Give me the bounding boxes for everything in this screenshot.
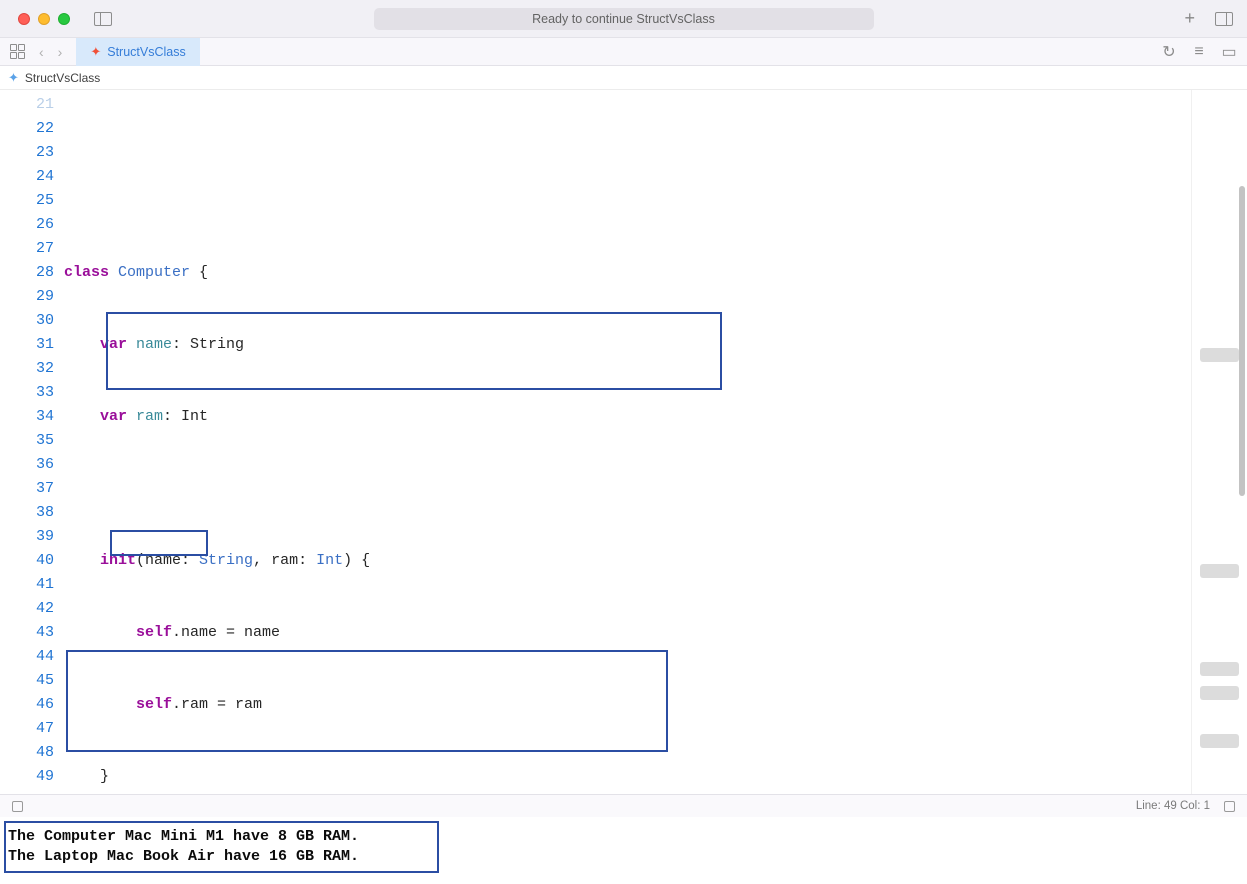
refresh-icon[interactable]: ↻ [1161, 42, 1177, 62]
minimap-scrollbar[interactable] [1239, 186, 1245, 496]
tab-label: StructVsClass [107, 45, 186, 59]
minimap[interactable] [1191, 90, 1247, 794]
back-button[interactable]: ‹ [39, 44, 44, 60]
editor: 2122232425262728293031323334353637383940… [0, 90, 1247, 794]
minimap-run-marker[interactable] [1200, 686, 1239, 700]
annotation-box-override [110, 530, 208, 556]
annotation-box-usage [66, 650, 668, 752]
minimap-run-marker[interactable] [1200, 662, 1239, 676]
minimize-window-button[interactable] [38, 13, 50, 25]
minimap-run-marker[interactable] [1200, 564, 1239, 578]
console-line: The Computer Mac Mini M1 have 8 GB RAM. [8, 828, 359, 845]
line-gutter[interactable]: 2122232425262728293031323334353637383940… [0, 90, 64, 794]
console-line: The Laptop Mac Book Air have 16 GB RAM. [8, 848, 359, 865]
adjust-editor-icon[interactable]: ≡ [1191, 43, 1207, 61]
add-editor-icon[interactable]: ▭ [1221, 42, 1237, 62]
swift-file-icon: ✦ [90, 44, 101, 60]
minimap-run-marker[interactable] [1200, 734, 1239, 748]
add-icon[interactable]: + [1184, 8, 1195, 29]
console-output: The Computer Mac Mini M1 have 8 GB RAM. … [4, 821, 439, 873]
minimap-run-marker[interactable] [1200, 348, 1239, 362]
code-area[interactable]: class Computer { var name: String var ra… [64, 90, 577, 794]
status-panel-icon[interactable] [1224, 801, 1235, 812]
debug-panel-icon[interactable] [12, 801, 23, 812]
close-window-button[interactable] [18, 13, 30, 25]
activity-status[interactable]: Ready to continue StructVsClass [374, 8, 874, 30]
swift-file-icon: ✦ [8, 70, 19, 86]
tab-bar: ‹ › ✦ StructVsClass ↻ ≡ ▭ [0, 38, 1247, 66]
toggle-inspector-icon[interactable] [1215, 12, 1233, 26]
breadcrumb-file: StructVsClass [25, 71, 100, 85]
breadcrumb[interactable]: ✦ StructVsClass [0, 66, 1247, 90]
cursor-position: Line: 49 Col: 1 [1136, 800, 1210, 812]
annotation-box-details-func [106, 312, 722, 390]
status-bar: Line: 49 Col: 1 [0, 794, 1247, 817]
related-items-icon[interactable] [10, 44, 25, 59]
forward-button[interactable]: › [58, 44, 63, 60]
traffic-lights [0, 13, 70, 25]
tab-structvsclass[interactable]: ✦ StructVsClass [76, 38, 199, 66]
zoom-window-button[interactable] [58, 13, 70, 25]
toggle-navigator-icon[interactable] [94, 12, 112, 26]
window-titlebar: Ready to continue StructVsClass + [0, 0, 1247, 38]
